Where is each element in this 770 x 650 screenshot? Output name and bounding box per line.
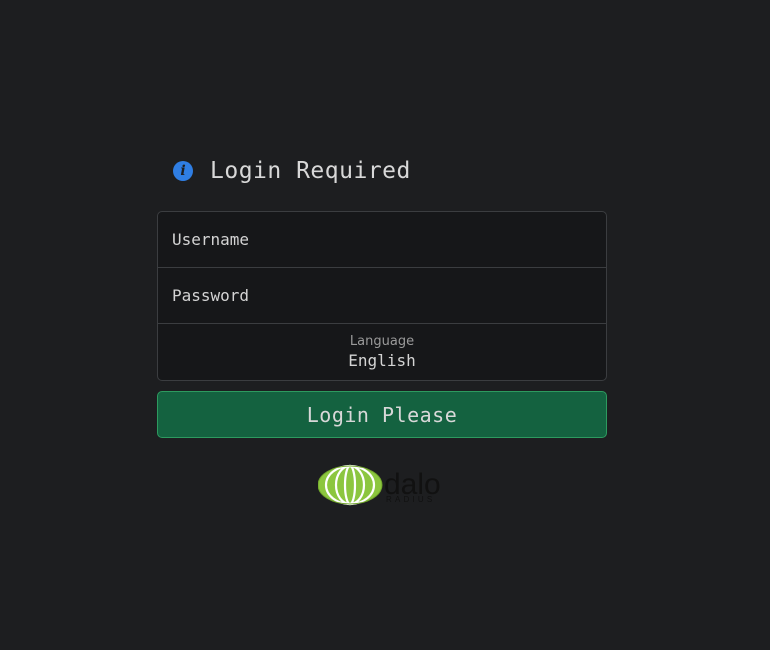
password-field-wrapper	[158, 268, 606, 324]
login-button[interactable]: Login Please	[157, 391, 607, 438]
login-heading: i Login Required	[173, 150, 607, 192]
page-title: Login Required	[210, 158, 411, 184]
logo-subtext: RADIUS	[386, 495, 435, 504]
daloradius-logo: dalo RADIUS	[318, 464, 441, 506]
username-input[interactable]	[170, 229, 594, 250]
login-form: Language English	[157, 211, 607, 381]
login-container: i Login Required Language English Login …	[157, 150, 607, 438]
language-select[interactable]: Language English	[158, 324, 606, 380]
globe-icon	[318, 464, 383, 506]
username-field-wrapper	[158, 212, 606, 268]
language-label: Language	[349, 334, 415, 349]
info-icon: i	[173, 161, 193, 181]
language-value: English	[348, 351, 416, 370]
password-input[interactable]	[170, 285, 594, 306]
